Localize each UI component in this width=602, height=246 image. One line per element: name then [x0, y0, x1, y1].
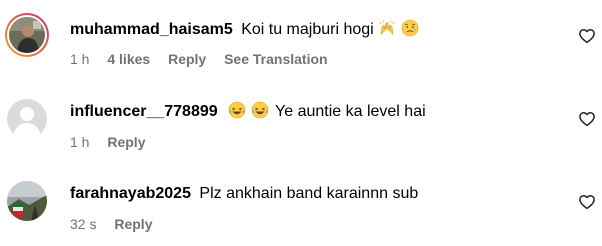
comment-username[interactable]: influencer__778899: [70, 103, 218, 120]
see-translation-button[interactable]: See Translation: [224, 50, 327, 68]
avatar[interactable]: [7, 99, 47, 139]
comment-text: Plz ankhain band karainnn sub: [199, 185, 419, 202]
comment-item: muhammad_haisam5 Koi tu majburi hogi 1 h…: [0, 0, 602, 80]
comment-username[interactable]: farahnayab2025: [70, 185, 191, 202]
comment-body: farahnayab2025 Plz ankhain band karainnn…: [70, 184, 418, 204]
reply-button[interactable]: Reply: [114, 215, 152, 233]
comment-body: influencer__778899 Ye auntie ka level ha…: [70, 101, 426, 122]
comment-body: muhammad_haisam5 Koi tu majburi hogi: [70, 19, 419, 40]
avatar[interactable]: [7, 181, 47, 221]
comment-meta: 32 s Reply: [70, 215, 166, 233]
comment-timestamp: 32 s: [70, 216, 97, 232]
laughing-tears-emoji-icon: [251, 101, 268, 119]
reply-button[interactable]: Reply: [107, 133, 145, 151]
avatar[interactable]: [5, 13, 49, 57]
heart-outline-icon[interactable]: [578, 27, 596, 45]
comment-text: Koi tu majburi hogi: [241, 21, 374, 38]
comment-text: Ye auntie ka level hai: [275, 103, 426, 120]
heart-outline-icon[interactable]: [578, 193, 596, 211]
user-photo: [9, 17, 45, 53]
comment-item: farahnayab2025 Plz ankhain band karainnn…: [0, 166, 602, 246]
heart-outline-icon[interactable]: [578, 110, 596, 128]
laughing-tears-emoji-icon: [228, 101, 246, 119]
comment-meta: 1 h Reply: [70, 133, 159, 151]
comment-username[interactable]: muhammad_haisam5: [70, 21, 233, 38]
comment-timestamp: 1 h: [70, 134, 90, 150]
user-photo: [7, 181, 47, 221]
reply-button[interactable]: Reply: [168, 50, 206, 68]
sad-relieved-face-emoji-icon: [401, 19, 418, 37]
comment-item: influencer__778899 Ye auntie ka level ha…: [0, 83, 602, 163]
comment-timestamp: 1 h: [70, 51, 90, 67]
default-avatar-icon: [7, 99, 47, 139]
comment-meta: 1 h 4 likes Reply See Translation: [70, 50, 328, 68]
comment-likes-count[interactable]: 4 likes: [107, 50, 150, 68]
raising-hands-emoji-icon: [379, 20, 395, 36]
